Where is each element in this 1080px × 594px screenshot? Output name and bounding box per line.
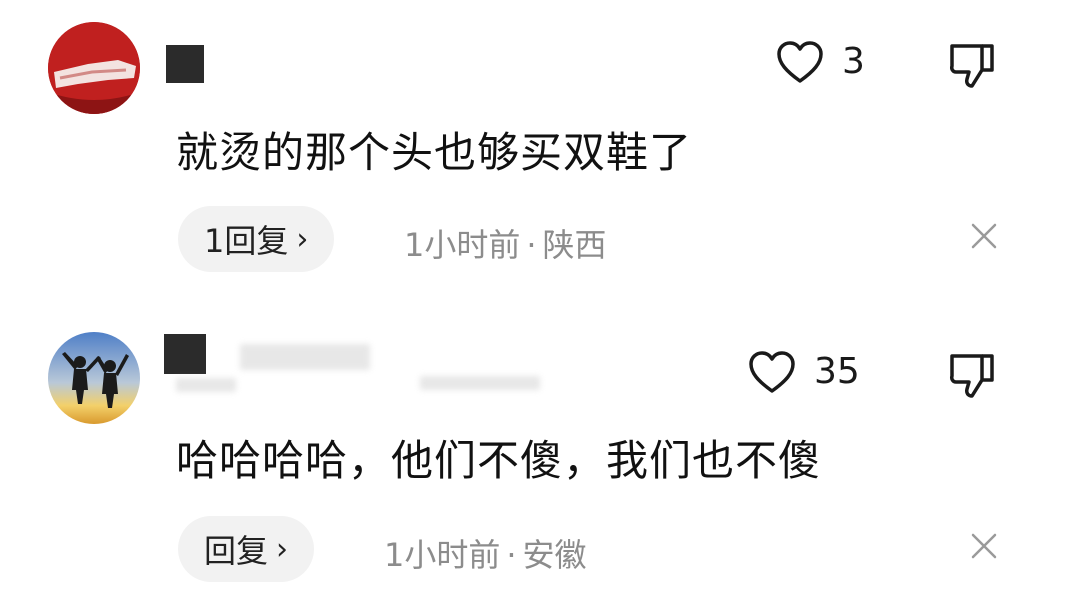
comment-text: 哈哈哈哈，他们不傻，我们也不傻: [176, 436, 822, 485]
dislike-button[interactable]: [948, 350, 996, 404]
thumbs-down-icon: [950, 44, 994, 88]
like-count: 3: [842, 41, 865, 82]
close-icon: [971, 533, 997, 559]
username-blur: [420, 376, 540, 390]
thumbs-down-icon: [950, 354, 994, 398]
meta-separator: ·: [526, 226, 537, 264]
heart-outline-icon: [749, 351, 795, 393]
like-count: 35: [814, 351, 860, 392]
reply-button[interactable]: 回复 ›: [178, 516, 315, 582]
reply-label: 1回复: [204, 222, 289, 260]
user-avatar[interactable]: [48, 22, 140, 114]
username-redacted[interactable]: [164, 334, 206, 374]
meta-separator: ·: [506, 536, 517, 574]
heart-outline-icon: [777, 41, 823, 83]
comment-item: 35 哈哈哈哈，他们不傻，我们也不傻 回复 › 1小时前 · 安徽: [0, 290, 1080, 594]
comment-text: 就烫的那个头也够买双鞋了: [176, 128, 693, 177]
close-button[interactable]: [970, 532, 998, 564]
timestamp: 1小时前: [384, 536, 501, 574]
dislike-button[interactable]: [948, 40, 996, 94]
location: 陕西: [542, 226, 607, 264]
silhouette-jumping-avatar-icon: [48, 332, 140, 424]
timestamp: 1小时前: [404, 226, 521, 264]
red-banner-avatar-icon: [48, 22, 140, 114]
chevron-right-icon: ›: [276, 531, 289, 567]
username-blur: [240, 344, 370, 370]
chevron-right-icon: ›: [296, 221, 309, 257]
reply-label: 回复: [204, 532, 269, 570]
like-button[interactable]: 35: [748, 350, 860, 394]
username-blur: [176, 378, 236, 392]
comment-item: 3 就烫的那个头也够买双鞋了 1回复 › 1小时前 · 陕西: [0, 0, 1080, 290]
username-redacted[interactable]: [166, 45, 204, 83]
user-avatar[interactable]: [48, 332, 140, 424]
comment-meta: 1小时前 · 陕西: [404, 220, 607, 266]
location: 安徽: [522, 536, 587, 574]
reply-button[interactable]: 1回复 ›: [178, 206, 335, 272]
close-button[interactable]: [970, 222, 998, 254]
close-icon: [971, 223, 997, 249]
like-button[interactable]: 3: [776, 40, 865, 84]
comment-meta: 1小时前 · 安徽: [384, 530, 587, 576]
